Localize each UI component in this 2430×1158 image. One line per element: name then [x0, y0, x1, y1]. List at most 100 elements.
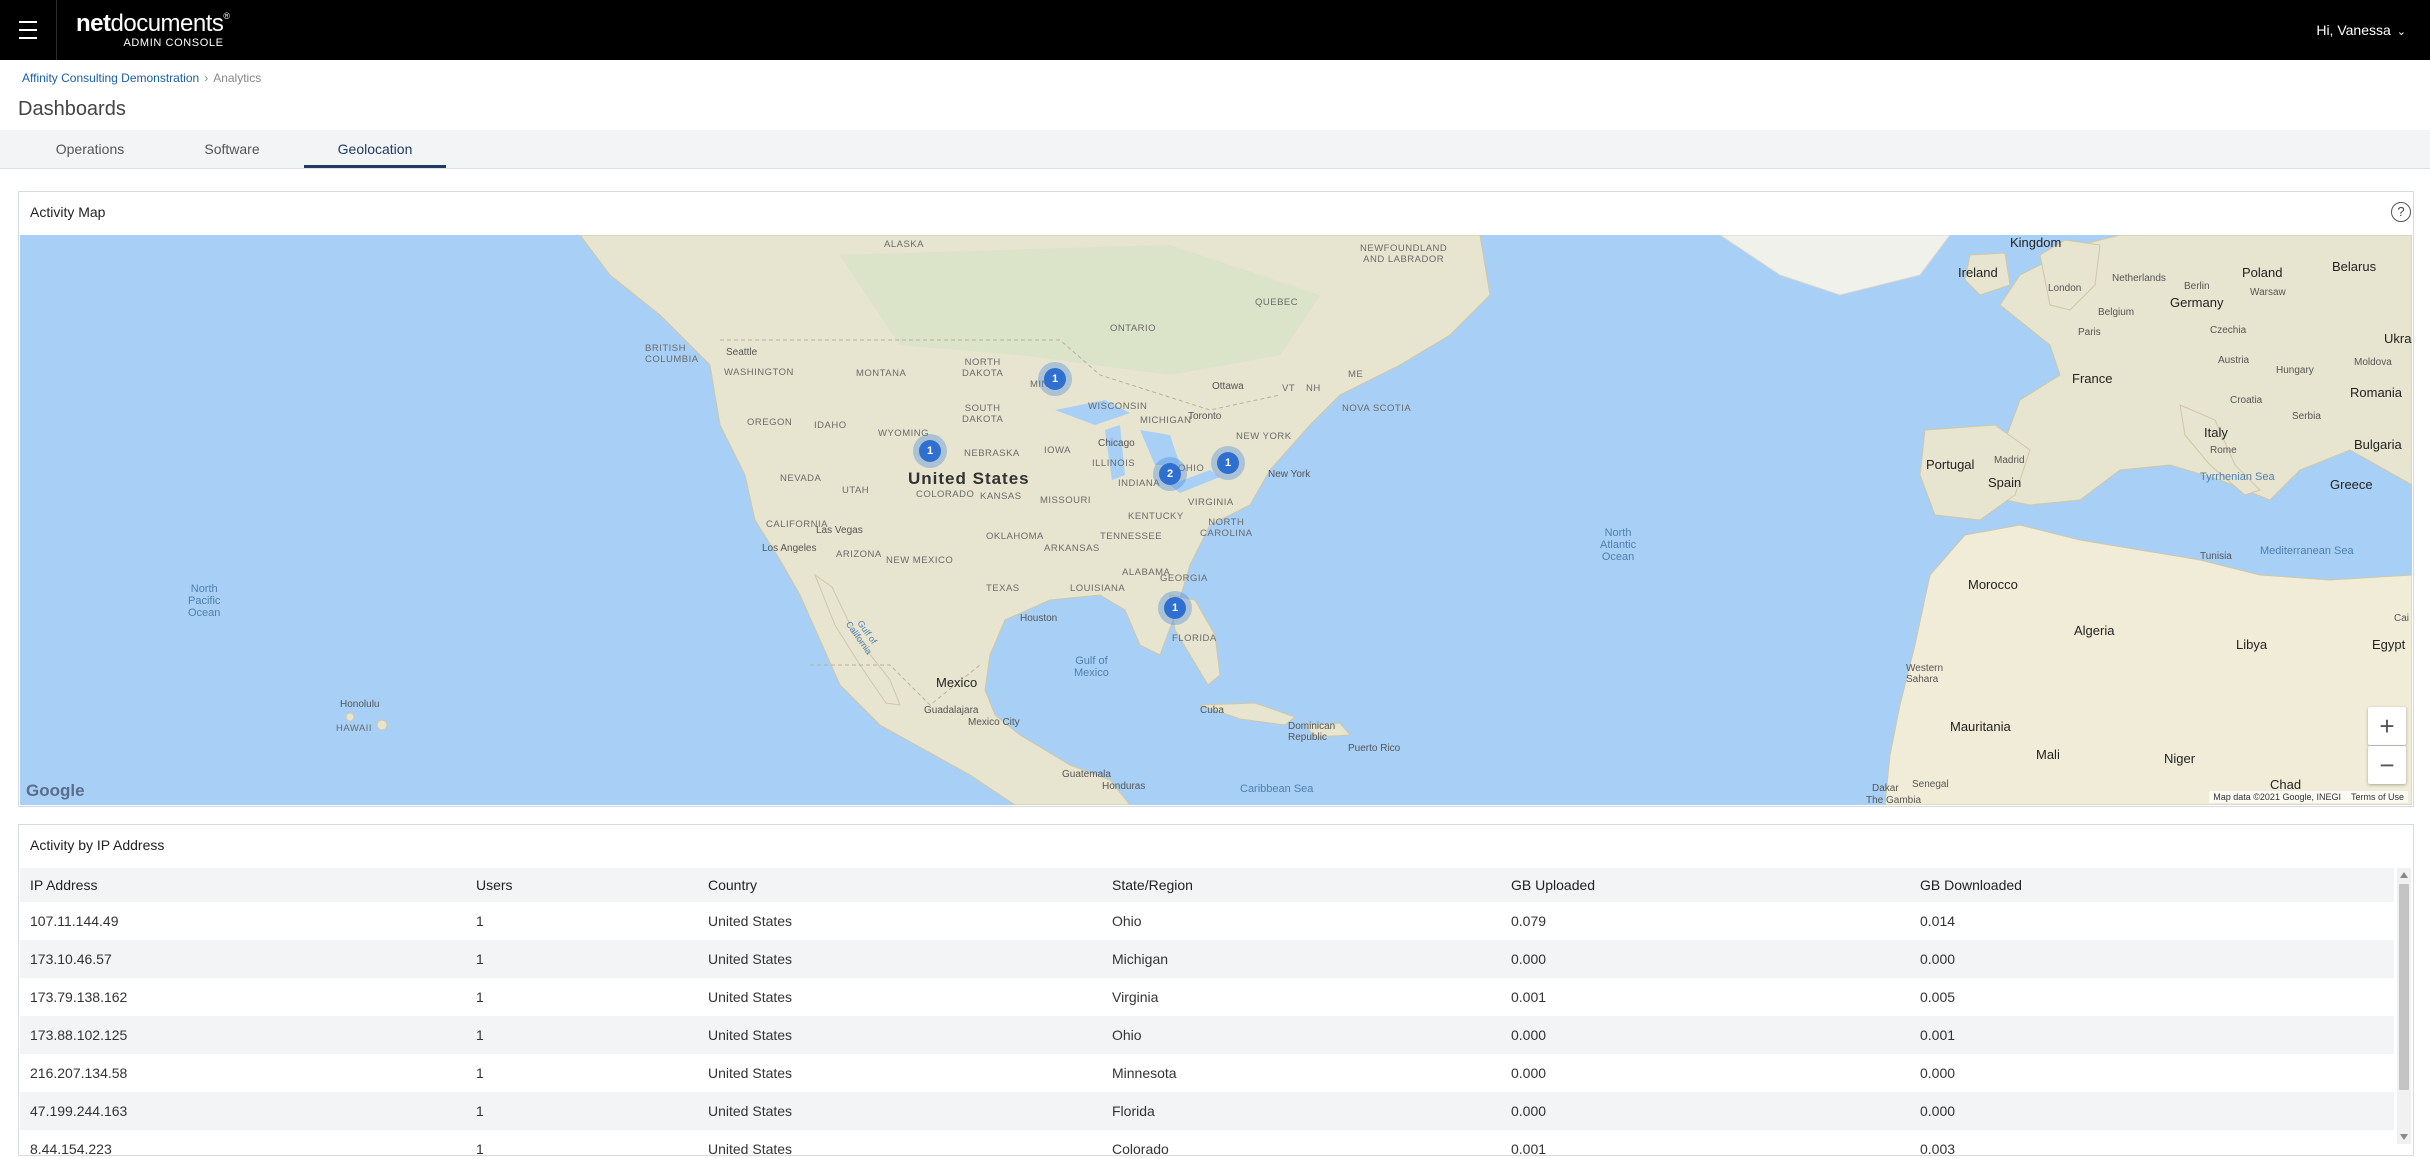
activity-by-ip-title: Activity by IP Address — [30, 837, 165, 853]
cell-users: 1 — [476, 1027, 484, 1043]
activity-map-panel: Activity Map ? BRITISH COLUMBIA ALASKA N… — [18, 191, 2414, 807]
table-row[interactable]: 216.207.134.58 1 United States Minnesota… — [20, 1054, 2394, 1092]
label-nevada: NEVADA — [780, 473, 822, 484]
label-bulgaria: Bulgaria — [2354, 437, 2402, 452]
cluster-count: 1 — [919, 440, 941, 462]
column-header-ip-address[interactable]: IP Address — [30, 868, 97, 902]
cell-gb-downloaded: 0.000 — [1920, 1065, 1956, 1081]
cell-state-region: Colorado — [1112, 1141, 1169, 1154]
map-cluster-marker-virginia[interactable]: 1 — [1211, 446, 1245, 480]
activity-map[interactable]: BRITISH COLUMBIA ALASKA NEWFOUNDLAND AND… — [20, 235, 2412, 805]
label-honduras: Honduras — [1102, 781, 1146, 792]
logo-registered-mark: ® — [223, 11, 230, 21]
table-row[interactable]: 173.79.138.162 1 United States Virginia … — [20, 978, 2394, 1016]
label-utah: UTAH — [842, 485, 870, 496]
label-rome: Rome — [2210, 445, 2237, 456]
table-row[interactable]: 173.88.102.125 1 United States Ohio 0.00… — [20, 1016, 2394, 1054]
label-montana: MONTANA — [856, 368, 907, 379]
label-north-atlantic-ocean: North Atlantic Ocean — [1600, 527, 1637, 563]
label-new-mexico: NEW MEXICO — [886, 555, 954, 566]
label-italy: Italy — [2204, 425, 2228, 440]
label-hungary: Hungary — [2276, 365, 2314, 376]
cell-state-region: Ohio — [1112, 913, 1142, 929]
zoom-out-button[interactable]: − — [2368, 746, 2406, 784]
cell-country: United States — [708, 1065, 793, 1081]
label-senegal: Senegal — [1912, 779, 1949, 790]
cluster-count: 1 — [1217, 452, 1239, 474]
map-cluster-marker-ohio[interactable]: 2 — [1153, 457, 1187, 491]
cell-ip-address: 173.88.102.125 — [30, 1027, 128, 1043]
label-florida: FLORIDA — [1172, 633, 1217, 644]
tab-operations[interactable]: Operations — [34, 130, 146, 168]
cell-users: 1 — [476, 951, 484, 967]
label-new-york-state: NEW YORK — [1236, 431, 1292, 442]
label-serbia: Serbia — [2292, 411, 2321, 422]
label-madrid: Madrid — [1994, 455, 2025, 466]
cell-users: 1 — [476, 1141, 484, 1154]
cell-gb-downloaded: 0.005 — [1920, 989, 1956, 1005]
label-dakar: Dakar — [1872, 783, 1899, 794]
cell-gb-uploaded: 0.000 — [1511, 1065, 1547, 1081]
label-chad: Chad — [2270, 777, 2302, 792]
hawaii-island — [345, 712, 355, 722]
label-guatemala: Guatemala — [1062, 769, 1111, 780]
label-kentucky: KENTUCKY — [1128, 511, 1184, 522]
label-arizona: ARIZONA — [836, 549, 882, 560]
dashboard-tabs: Operations Software Geolocation — [0, 130, 2430, 169]
hawaii-big-island — [376, 719, 388, 731]
breadcrumb: Affinity Consulting Demonstration › Analyt… — [22, 71, 261, 85]
table-scrollbar[interactable] — [2397, 868, 2411, 1144]
label-cuba: Cuba — [1200, 705, 1224, 716]
label-germany: Germany — [2170, 295, 2224, 310]
label-las-vegas: Las Vegas — [816, 525, 863, 536]
user-menu[interactable]: Hi, Vanessa ⌄ — [2316, 22, 2406, 38]
table-row[interactable]: 173.10.46.57 1 United States Michigan 0.… — [20, 940, 2394, 978]
netdocuments-logo[interactable]: netdocuments® ADMIN CONSOLE — [76, 12, 230, 49]
map-cluster-marker-colorado[interactable]: 1 — [913, 434, 947, 468]
scroll-down-arrow-icon[interactable] — [2400, 1134, 2408, 1140]
cell-state-region: Virginia — [1112, 989, 1159, 1005]
map-cluster-marker-minnesota[interactable]: 1 — [1038, 362, 1072, 396]
cluster-count: 1 — [1164, 597, 1186, 619]
label-oklahoma: OKLAHOMA — [986, 531, 1044, 542]
label-iowa: IOWA — [1044, 445, 1071, 456]
map-cluster-marker-florida[interactable]: 1 — [1158, 591, 1192, 625]
table-row[interactable]: 8.44.154.223 1 United States Colorado 0.… — [20, 1130, 2394, 1154]
label-ottawa: Ottawa — [1212, 381, 1244, 392]
hamburger-menu-icon[interactable] — [0, 0, 57, 60]
cell-ip-address: 173.79.138.162 — [30, 989, 128, 1005]
label-new-york-city: New York — [1268, 469, 1311, 480]
scrollbar-thumb[interactable] — [2399, 884, 2409, 1090]
iberia-landmass — [1919, 424, 2031, 521]
label-puerto-rico: Puerto Rico — [1348, 743, 1401, 754]
help-icon[interactable]: ? — [2391, 202, 2411, 222]
breadcrumb-separator: › — [204, 71, 209, 85]
map-attribution: Map data ©2021 Google, INEGI Terms of Use — [2209, 791, 2408, 803]
table-row[interactable]: 107.11.144.49 1 United States Ohio 0.079… — [20, 902, 2394, 940]
column-header-users[interactable]: Users — [476, 868, 513, 902]
cell-country: United States — [708, 1103, 793, 1119]
column-header-gb-uploaded[interactable]: GB Uploaded — [1511, 868, 1595, 902]
label-austria: Austria — [2218, 355, 2250, 366]
label-greece: Greece — [2330, 477, 2373, 492]
column-header-gb-downloaded[interactable]: GB Downloaded — [1920, 868, 2022, 902]
top-navigation-bar: netdocuments® ADMIN CONSOLE Hi, Vanessa ⌄ — [0, 0, 2430, 60]
tab-geolocation[interactable]: Geolocation — [304, 130, 446, 168]
label-illinois: ILLINOIS — [1092, 458, 1136, 469]
label-cairo: Cai — [2394, 613, 2410, 624]
breadcrumb-item-organization[interactable]: Affinity Consulting Demonstration — [22, 71, 199, 85]
zoom-in-button[interactable]: + — [2368, 707, 2406, 745]
google-logo[interactable]: Google — [26, 781, 85, 801]
column-header-country[interactable]: Country — [708, 868, 757, 902]
label-north-dakota: NORTH DAKOTA — [962, 357, 1004, 379]
label-caribbean-sea: Caribbean Sea — [1240, 783, 1314, 795]
scroll-up-arrow-icon[interactable] — [2400, 872, 2408, 878]
label-western-sahara: Western Sahara — [1906, 663, 1944, 685]
table-row[interactable]: 47.199.244.163 1 United States Florida 0… — [20, 1092, 2394, 1130]
label-mexico-city: Mexico City — [968, 717, 1020, 728]
column-header-state-region[interactable]: State/Region — [1112, 868, 1193, 902]
cell-gb-uploaded: 0.001 — [1511, 989, 1547, 1005]
terms-of-use-link[interactable]: Terms of Use — [2351, 792, 2404, 802]
label-wisconsin: WISCONSIN — [1088, 401, 1148, 412]
tab-software[interactable]: Software — [176, 130, 288, 168]
